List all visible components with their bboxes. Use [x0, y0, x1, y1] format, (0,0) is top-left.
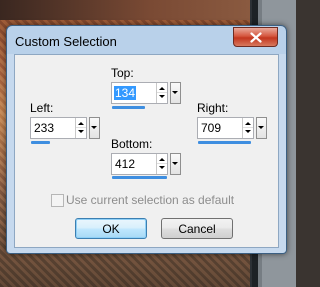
right-slider[interactable] [198, 141, 251, 144]
spin-down-icon[interactable] [159, 166, 165, 169]
dialog-titlebar[interactable]: Custom Selection [7, 26, 286, 54]
top-slider[interactable] [112, 106, 145, 109]
spin-down-icon[interactable] [159, 95, 165, 98]
bottom-value[interactable]: 412 [115, 157, 135, 171]
spin-down-icon[interactable] [245, 130, 251, 133]
right-label: Right: [197, 101, 229, 115]
left-label: Left: [30, 101, 54, 115]
left-spinbox[interactable]: 233 [30, 117, 87, 139]
bottom-slider[interactable] [112, 176, 167, 179]
bottom-dropdown-button[interactable] [170, 153, 181, 175]
right-spinbox[interactable]: 709 [197, 117, 254, 139]
cancel-button[interactable]: Cancel [161, 218, 233, 239]
background-image-top [0, 0, 250, 20]
top-spinbox[interactable]: 134 [111, 82, 168, 104]
spin-up-icon[interactable] [78, 122, 84, 125]
left-value[interactable]: 233 [34, 121, 54, 135]
ok-button[interactable]: OK [75, 218, 147, 239]
spin-up-icon[interactable] [159, 87, 165, 90]
right-spin-arrows[interactable] [242, 118, 253, 138]
top-value[interactable]: 134 [114, 86, 137, 100]
left-slider[interactable] [31, 141, 50, 144]
bottom-spinbox[interactable]: 412 [111, 153, 168, 175]
custom-selection-dialog: Custom Selection Top: 134 Left: 233 Righ… [6, 25, 287, 254]
left-spin-arrows[interactable] [75, 118, 86, 138]
top-spin-arrows[interactable] [156, 83, 167, 103]
close-button[interactable] [233, 27, 278, 47]
top-label: Top: [111, 66, 134, 80]
use-current-selection-checkbox[interactable] [51, 194, 64, 207]
dialog-body: Top: 134 Left: 233 Right: 709 Bottom: 41… [14, 54, 279, 248]
top-dropdown-button[interactable] [170, 82, 181, 104]
dialog-title: Custom Selection [15, 34, 117, 49]
spin-up-icon[interactable] [159, 158, 165, 161]
bottom-spin-arrows[interactable] [156, 154, 167, 174]
close-icon [249, 31, 262, 43]
use-current-selection-label: Use current selection as default [66, 193, 235, 207]
right-value[interactable]: 709 [201, 121, 221, 135]
right-dropdown-button[interactable] [256, 117, 267, 139]
bottom-label: Bottom: [111, 137, 153, 151]
spin-up-icon[interactable] [245, 122, 251, 125]
left-dropdown-button[interactable] [89, 117, 100, 139]
spin-down-icon[interactable] [78, 130, 84, 133]
